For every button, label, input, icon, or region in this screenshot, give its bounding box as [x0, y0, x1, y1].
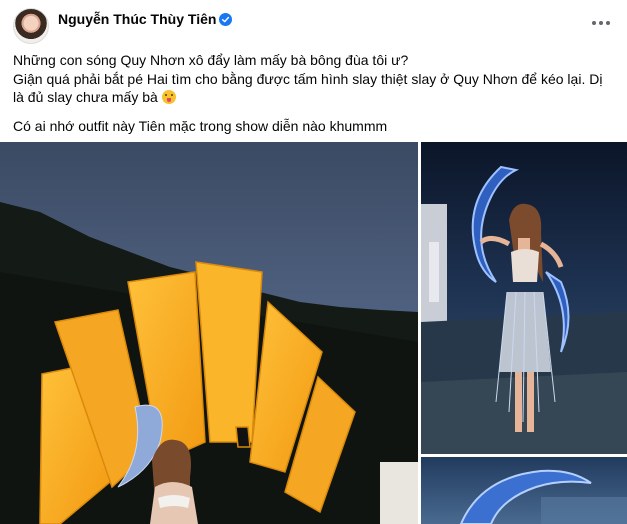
- author-name-text[interactable]: Nguyễn Thúc Thùy Tiên: [58, 11, 216, 27]
- more-options-icon[interactable]: [590, 12, 612, 34]
- photo-main-scene: [0, 142, 418, 524]
- verified-badge-icon: [219, 13, 233, 26]
- avatar[interactable]: [13, 8, 49, 44]
- post-line-3: Có ai nhớ outfit này Tiên mặc trong show…: [13, 117, 388, 134]
- photo-right-top-scene: [421, 142, 627, 454]
- post-photo-right-bottom[interactable]: [421, 457, 627, 524]
- tongue-face-emoji-icon: [161, 90, 176, 104]
- post-line-2: Giận quá phải bắt pé Hai tìm cho bằng đư…: [13, 70, 613, 107]
- post-photo-main[interactable]: [0, 142, 418, 524]
- post-line-1: Những con sóng Quy Nhơn xô đẩy làm mấy b…: [13, 52, 409, 68]
- post-photo-right-top[interactable]: [421, 142, 627, 454]
- author-name[interactable]: Nguyễn Thúc Thùy Tiên: [58, 11, 233, 27]
- post-text: Những con sóng Quy Nhơn xô đẩy làm mấy b…: [13, 51, 613, 135]
- photo-right-bottom-scene: [421, 457, 627, 524]
- post-line-2-text: Giận quá phải bắt pé Hai tìm cho bằng đư…: [13, 70, 603, 106]
- post-header: Nguyễn Thúc Thùy Tiên: [0, 0, 627, 50]
